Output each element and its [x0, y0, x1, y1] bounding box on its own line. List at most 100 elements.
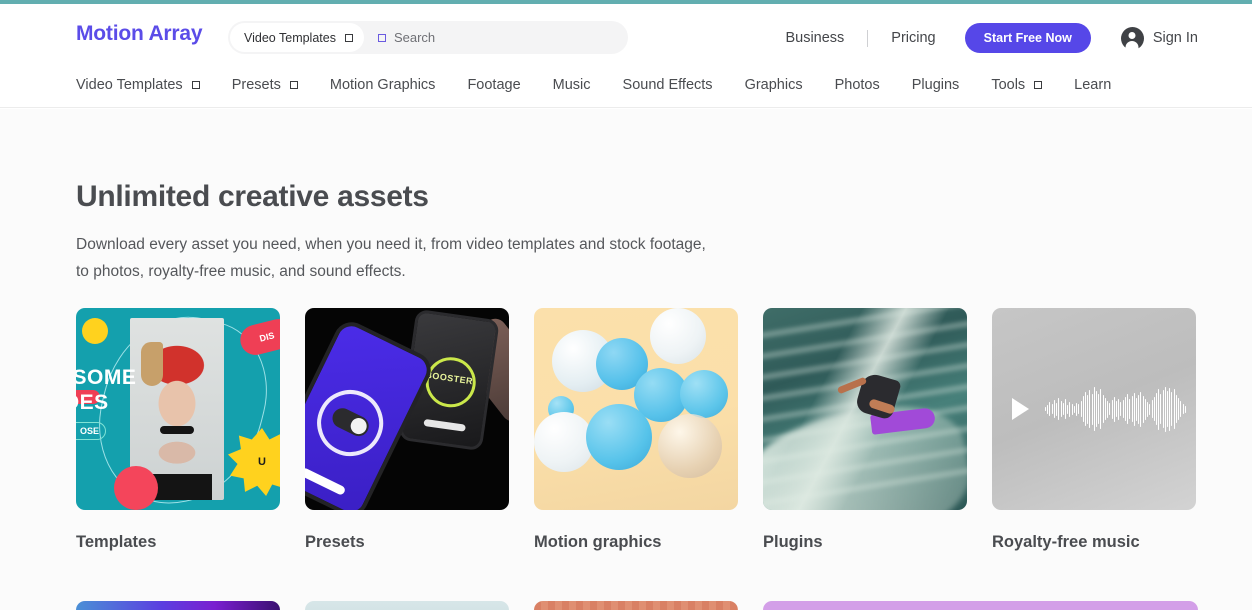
- nav-item-video-templates[interactable]: Video Templates: [76, 77, 200, 93]
- nav-item-label: Photos: [834, 76, 880, 93]
- waveform-bar: [1151, 400, 1153, 418]
- start-free-now-button[interactable]: Start Free Now: [964, 23, 1091, 53]
- search-input-wrap[interactable]: Search: [377, 30, 628, 45]
- nav-item-label: Graphics: [744, 76, 803, 93]
- sign-in-control[interactable]: Sign In: [1120, 26, 1198, 50]
- waveform-bar: [1122, 400, 1124, 418]
- waveform-bar: [1133, 392, 1135, 426]
- waveform-bar: [1162, 390, 1164, 428]
- asset-category-grid: ESOMEDESOSEDISUTemplatesBOOSTERPresetsMo…: [76, 308, 1198, 552]
- waveform-bar: [1140, 391, 1142, 427]
- thumb-plugins: [763, 308, 967, 510]
- audio-waveform: [1045, 376, 1186, 442]
- category-card-royalty-free-music[interactable]: Royalty-free music: [992, 308, 1196, 552]
- waveform-bar: [1116, 401, 1117, 417]
- asset-category-grid-row2: [76, 601, 1198, 610]
- waveform-bar: [1155, 393, 1157, 425]
- waveform-bar: [1078, 404, 1080, 414]
- waveform-bar: [1173, 389, 1175, 429]
- waveform-bar: [1160, 394, 1162, 424]
- nav-item-label: Learn: [1074, 76, 1112, 93]
- waveform-bar: [1084, 392, 1086, 426]
- waveform-bar: [1089, 390, 1091, 428]
- waveform-bar: [1180, 401, 1182, 417]
- waveform-bar: [1058, 398, 1060, 420]
- nav-item-photos[interactable]: Photos: [835, 77, 880, 93]
- waveform-bar: [1127, 394, 1128, 424]
- search-bar[interactable]: Video Templates Search: [228, 21, 628, 54]
- pricing-link[interactable]: Pricing: [891, 30, 935, 46]
- waveform-bar: [1051, 404, 1053, 414]
- nav-item-graphics[interactable]: Graphics: [745, 77, 803, 93]
- category-card-plugins[interactable]: Plugins: [763, 308, 967, 552]
- chevron-down-icon: [1034, 80, 1043, 89]
- waveform-bar: [1064, 399, 1066, 419]
- waveform-bar: [1098, 394, 1100, 424]
- category-card-thumb-row2[interactable]: [76, 601, 280, 610]
- waveform-bar: [1076, 402, 1077, 416]
- category-card-templates[interactable]: ESOMEDESOSEDISUTemplates: [76, 308, 280, 552]
- waveform-bar: [1138, 394, 1140, 424]
- category-card-label: Presets: [305, 533, 365, 551]
- waveform-bar: [1062, 403, 1064, 415]
- nav-item-label: Music: [552, 76, 591, 93]
- button-shape: [423, 418, 466, 432]
- nav-item-presets[interactable]: Presets: [232, 77, 298, 93]
- waveform-bar: [1113, 396, 1115, 422]
- nav-item-sound-effects[interactable]: Sound Effects: [623, 77, 713, 93]
- waveform-bar: [1056, 402, 1057, 416]
- search-input[interactable]: Search: [394, 30, 435, 45]
- waveform-bar: [1169, 387, 1171, 431]
- category-card-label: Templates: [76, 533, 157, 551]
- page-body: Unlimited creative assets Download every…: [0, 109, 1252, 610]
- nav-item-motion-graphics[interactable]: Motion Graphics: [330, 77, 436, 93]
- collage-text-line1: ESOME: [76, 366, 137, 389]
- decorative-dot: [82, 318, 108, 344]
- thumb-royalty-free-music: [992, 308, 1196, 510]
- nav-item-label: Tools: [991, 76, 1026, 93]
- button-shape: [305, 466, 347, 497]
- nav-item-label: Presets: [231, 76, 281, 93]
- waveform-bar: [1109, 403, 1111, 415]
- sphere-shape: [650, 308, 706, 364]
- nav-item-music[interactable]: Music: [553, 77, 591, 93]
- waveform-bar: [1080, 401, 1082, 417]
- waveform-bar: [1153, 397, 1155, 421]
- nav-item-plugins[interactable]: Plugins: [912, 77, 960, 93]
- business-link[interactable]: Business: [785, 30, 844, 46]
- category-card-thumb-row2[interactable]: [305, 601, 509, 610]
- play-triangle-icon[interactable]: [1012, 398, 1029, 420]
- nav-item-label: Sound Effects: [622, 76, 713, 93]
- category-card-thumb-row2[interactable]: [763, 601, 1198, 610]
- waveform-bar: [1135, 397, 1137, 421]
- waveform-bar: [1111, 399, 1113, 419]
- sign-in-label: Sign In: [1152, 30, 1198, 46]
- waveform-bar: [1120, 402, 1122, 416]
- category-card-presets[interactable]: BOOSTER Presets: [305, 308, 509, 552]
- waveform-bar: [1124, 397, 1126, 421]
- nav-item-label: Footage: [467, 76, 521, 93]
- category-card-label: Plugins: [763, 533, 823, 551]
- search-category-selector[interactable]: Video Templates: [230, 23, 364, 52]
- nav-item-tools[interactable]: Tools: [991, 76, 1043, 93]
- waveform-bar: [1118, 398, 1120, 420]
- header-actions: Business Pricing Start Free Now Sign In: [785, 21, 1198, 55]
- sphere-shape: [658, 414, 722, 478]
- waveform-bar: [1158, 388, 1159, 430]
- nav-item-learn[interactable]: Learn: [1074, 77, 1111, 93]
- thumb-presets: BOOSTER: [305, 308, 509, 510]
- waveform-bar: [1144, 398, 1146, 420]
- waveform-bar: [1104, 398, 1106, 420]
- collage-text-line2: DES: [76, 391, 109, 414]
- nav-item-footage[interactable]: Footage: [467, 77, 520, 93]
- collage-pill: OSE: [76, 422, 106, 440]
- waveform-bar: [1091, 393, 1093, 425]
- waveform-bar: [1053, 400, 1055, 418]
- category-card-motion-graphics[interactable]: Motion graphics: [534, 308, 738, 552]
- waveform-bar: [1184, 405, 1186, 413]
- brand-logo[interactable]: Motion Array: [76, 22, 203, 46]
- waveform-bar: [1096, 391, 1097, 427]
- waveform-bar: [1129, 399, 1131, 419]
- category-card-thumb-row2[interactable]: [534, 601, 738, 610]
- waveform-bar: [1167, 391, 1168, 427]
